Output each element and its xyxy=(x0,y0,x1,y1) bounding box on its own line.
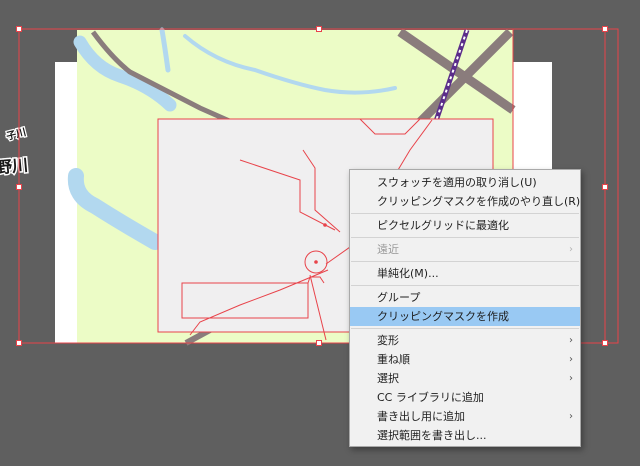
menu-item-label: 選択 xyxy=(377,372,399,385)
chevron-right-icon: › xyxy=(569,335,573,346)
menu-item[interactable]: クリッピングマスクを作成のやり直し(R) xyxy=(350,192,580,211)
menu-item-label: 書き出し用に追加 xyxy=(377,410,465,423)
handle-top-left xyxy=(16,26,22,32)
menu-separator xyxy=(351,328,579,329)
menu-item[interactable]: 変形 › xyxy=(350,331,580,350)
handle-middle-left xyxy=(16,184,22,190)
menu-item[interactable]: クリッピングマスクを作成 xyxy=(350,307,580,326)
menu-item[interactable]: CC ライブラリに追加 xyxy=(350,388,580,407)
menu-item-label: クリッピングマスクを作成のやり直し(R) xyxy=(377,195,580,208)
menu-item[interactable]: ピクセルグリッドに最適化 xyxy=(350,216,580,235)
menu-item[interactable]: 重ね順 › xyxy=(350,350,580,369)
chevron-right-icon: › xyxy=(569,411,573,422)
menu-item[interactable]: 単純化(M)... xyxy=(350,264,580,283)
menu-item-label: 変形 xyxy=(377,334,399,347)
menu-item[interactable]: 選択範囲を書き出し... xyxy=(350,426,580,445)
chevron-right-icon: › xyxy=(569,354,573,365)
menu-item: 遠近 › xyxy=(350,240,580,259)
menu-item-label: CC ライブラリに追加 xyxy=(377,391,484,404)
menu-item-label: 遠近 xyxy=(377,243,399,256)
menu-item[interactable]: スウォッチを適用の取り消し(U) xyxy=(350,173,580,192)
menu-separator xyxy=(351,213,579,214)
menu-separator xyxy=(351,285,579,286)
menu-item-label: ピクセルグリッドに最適化 xyxy=(377,219,509,232)
handle-middle-right xyxy=(602,184,608,190)
map-label-large: 野川 xyxy=(0,155,29,177)
handle-bottom-middle xyxy=(316,340,322,346)
map-label-small: 子川 xyxy=(5,126,27,142)
menu-separator xyxy=(351,261,579,262)
menu-item-label: グループ xyxy=(377,291,421,304)
menu-separator xyxy=(351,237,579,238)
handle-bottom-left xyxy=(16,340,22,346)
anchor-point-b xyxy=(314,260,318,264)
chevron-right-icon: › xyxy=(569,244,573,255)
context-menu[interactable]: スウォッチを適用の取り消し(U) クリッピングマスクを作成のやり直し(R) ピクセル… xyxy=(349,169,581,447)
anchor-point-a xyxy=(323,223,327,227)
handle-top-middle xyxy=(316,26,322,32)
menu-item[interactable]: 書き出し用に追加 › xyxy=(350,407,580,426)
menu-item[interactable]: グループ xyxy=(350,288,580,307)
chevron-right-icon: › xyxy=(569,373,573,384)
handle-top-right xyxy=(602,26,608,32)
menu-item-label: 選択範囲を書き出し... xyxy=(377,429,487,442)
menu-item-label: 単純化(M)... xyxy=(377,267,439,280)
menu-item-label: クリッピングマスクを作成 xyxy=(377,310,509,323)
handle-bottom-right xyxy=(602,340,608,346)
menu-item-label: 重ね順 xyxy=(377,353,410,366)
menu-item[interactable]: 選択 › xyxy=(350,369,580,388)
menu-item-label: スウォッチを適用の取り消し(U) xyxy=(377,176,537,189)
